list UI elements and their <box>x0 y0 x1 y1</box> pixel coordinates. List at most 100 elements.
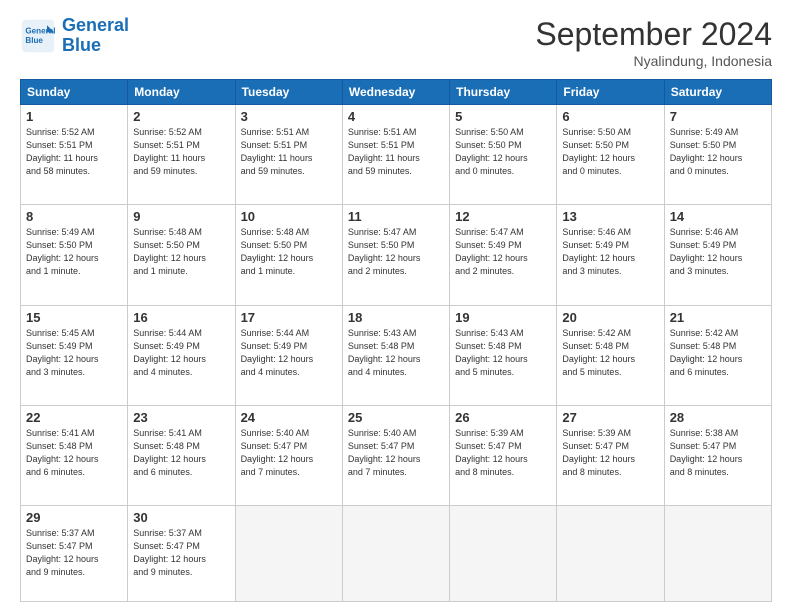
calendar-week-2: 8 Sunrise: 5:49 AM Sunset: 5:50 PM Daylig… <box>21 205 772 305</box>
calendar-cell <box>450 506 557 602</box>
calendar-header-tuesday: Tuesday <box>235 80 342 105</box>
day-info: Sunrise: 5:37 AM Sunset: 5:47 PM Dayligh… <box>26 527 122 579</box>
day-info: Sunrise: 5:42 AM Sunset: 5:48 PM Dayligh… <box>670 327 766 379</box>
calendar-cell: 29 Sunrise: 5:37 AM Sunset: 5:47 PM Dayli… <box>21 506 128 602</box>
day-info: Sunrise: 5:40 AM Sunset: 5:47 PM Dayligh… <box>348 427 444 479</box>
calendar-cell: 14Sunrise: 5:46 AM Sunset: 5:49 PM Dayli… <box>664 205 771 305</box>
calendar-table: SundayMondayTuesdayWednesdayThursdayFrid… <box>20 79 772 602</box>
calendar-cell: 19Sunrise: 5:43 AM Sunset: 5:48 PM Dayli… <box>450 305 557 405</box>
calendar-cell: 5 Sunrise: 5:50 AM Sunset: 5:50 PM Daylig… <box>450 105 557 205</box>
title-section: September 2024 Nyalindung, Indonesia <box>535 16 772 69</box>
page: General Blue General Blue September 2024… <box>0 0 792 612</box>
calendar-cell: 15 Sunrise: 5:45 AM Sunset: 5:49 PM Dayli… <box>21 305 128 405</box>
day-info: Sunrise: 5:37 AM Sunset: 5:47 PM Dayligh… <box>133 527 229 579</box>
month-title: September 2024 <box>535 16 772 53</box>
calendar-header-wednesday: Wednesday <box>342 80 449 105</box>
day-number: 18 <box>348 310 444 325</box>
day-info: Sunrise: 5:39 AM Sunset: 5:47 PM Dayligh… <box>455 427 551 479</box>
calendar-header-saturday: Saturday <box>664 80 771 105</box>
day-info: Sunrise: 5:52 AM Sunset: 5:51 PM Dayligh… <box>133 126 229 178</box>
calendar-cell: 12Sunrise: 5:47 AM Sunset: 5:49 PM Dayli… <box>450 205 557 305</box>
calendar-cell: 28Sunrise: 5:38 AM Sunset: 5:47 PM Dayli… <box>664 405 771 505</box>
day-info: Sunrise: 5:44 AM Sunset: 5:49 PM Dayligh… <box>133 327 229 379</box>
calendar-cell: 13 Sunrise: 5:46 AM Sunset: 5:49 PM Dayli… <box>557 205 664 305</box>
day-number: 2 <box>133 109 229 124</box>
day-number: 15 <box>26 310 122 325</box>
day-info: Sunrise: 5:41 AM Sunset: 5:48 PM Dayligh… <box>26 427 122 479</box>
day-number: 5 <box>455 109 551 124</box>
day-info: Sunrise: 5:52 AM Sunset: 5:51 PM Dayligh… <box>26 126 122 178</box>
day-info: Sunrise: 5:50 AM Sunset: 5:50 PM Dayligh… <box>455 126 551 178</box>
calendar-cell: 24Sunrise: 5:40 AM Sunset: 5:47 PM Dayli… <box>235 405 342 505</box>
logo: General Blue General Blue <box>20 16 129 56</box>
calendar-week-5: 29 Sunrise: 5:37 AM Sunset: 5:47 PM Dayli… <box>21 506 772 602</box>
day-info: Sunrise: 5:46 AM Sunset: 5:49 PM Dayligh… <box>670 226 766 278</box>
calendar-cell: 27Sunrise: 5:39 AM Sunset: 5:47 PM Dayli… <box>557 405 664 505</box>
calendar-cell: 16 Sunrise: 5:44 AM Sunset: 5:49 PM Dayli… <box>128 305 235 405</box>
calendar-header-row: SundayMondayTuesdayWednesdayThursdayFrid… <box>21 80 772 105</box>
day-number: 25 <box>348 410 444 425</box>
calendar-cell: 4 Sunrise: 5:51 AM Sunset: 5:51 PM Daylig… <box>342 105 449 205</box>
calendar-cell: 22 Sunrise: 5:41 AM Sunset: 5:48 PM Dayli… <box>21 405 128 505</box>
day-info: Sunrise: 5:45 AM Sunset: 5:49 PM Dayligh… <box>26 327 122 379</box>
day-number: 8 <box>26 209 122 224</box>
day-number: 12 <box>455 209 551 224</box>
calendar-cell: 25 Sunrise: 5:40 AM Sunset: 5:47 PM Dayli… <box>342 405 449 505</box>
day-number: 21 <box>670 310 766 325</box>
day-number: 9 <box>133 209 229 224</box>
day-info: Sunrise: 5:41 AM Sunset: 5:48 PM Dayligh… <box>133 427 229 479</box>
day-info: Sunrise: 5:43 AM Sunset: 5:48 PM Dayligh… <box>455 327 551 379</box>
calendar-cell: 11 Sunrise: 5:47 AM Sunset: 5:50 PM Dayli… <box>342 205 449 305</box>
logo-icon: General Blue <box>20 18 56 54</box>
day-number: 17 <box>241 310 337 325</box>
calendar-cell: 20 Sunrise: 5:42 AM Sunset: 5:48 PM Dayli… <box>557 305 664 405</box>
calendar-cell: 9 Sunrise: 5:48 AM Sunset: 5:50 PM Daylig… <box>128 205 235 305</box>
calendar-header-monday: Monday <box>128 80 235 105</box>
day-number: 4 <box>348 109 444 124</box>
calendar-cell: 7 Sunrise: 5:49 AM Sunset: 5:50 PM Daylig… <box>664 105 771 205</box>
day-info: Sunrise: 5:48 AM Sunset: 5:50 PM Dayligh… <box>241 226 337 278</box>
day-info: Sunrise: 5:43 AM Sunset: 5:48 PM Dayligh… <box>348 327 444 379</box>
day-info: Sunrise: 5:49 AM Sunset: 5:50 PM Dayligh… <box>670 126 766 178</box>
day-number: 22 <box>26 410 122 425</box>
location-subtitle: Nyalindung, Indonesia <box>535 53 772 69</box>
day-number: 30 <box>133 510 229 525</box>
calendar-cell: 8 Sunrise: 5:49 AM Sunset: 5:50 PM Daylig… <box>21 205 128 305</box>
calendar-cell <box>664 506 771 602</box>
day-info: Sunrise: 5:39 AM Sunset: 5:47 PM Dayligh… <box>562 427 658 479</box>
calendar-cell <box>342 506 449 602</box>
calendar-cell: 3 Sunrise: 5:51 AM Sunset: 5:51 PM Daylig… <box>235 105 342 205</box>
day-info: Sunrise: 5:50 AM Sunset: 5:50 PM Dayligh… <box>562 126 658 178</box>
day-info: Sunrise: 5:42 AM Sunset: 5:48 PM Dayligh… <box>562 327 658 379</box>
calendar-cell: 10Sunrise: 5:48 AM Sunset: 5:50 PM Dayli… <box>235 205 342 305</box>
logo-text: General Blue <box>62 16 129 56</box>
header: General Blue General Blue September 2024… <box>20 16 772 69</box>
day-info: Sunrise: 5:46 AM Sunset: 5:49 PM Dayligh… <box>562 226 658 278</box>
day-number: 16 <box>133 310 229 325</box>
day-number: 13 <box>562 209 658 224</box>
day-number: 29 <box>26 510 122 525</box>
day-info: Sunrise: 5:51 AM Sunset: 5:51 PM Dayligh… <box>241 126 337 178</box>
calendar-week-3: 15 Sunrise: 5:45 AM Sunset: 5:49 PM Dayli… <box>21 305 772 405</box>
calendar-header-sunday: Sunday <box>21 80 128 105</box>
calendar-header-friday: Friday <box>557 80 664 105</box>
day-number: 7 <box>670 109 766 124</box>
day-info: Sunrise: 5:38 AM Sunset: 5:47 PM Dayligh… <box>670 427 766 479</box>
day-number: 20 <box>562 310 658 325</box>
calendar-cell: 2 Sunrise: 5:52 AM Sunset: 5:51 PM Daylig… <box>128 105 235 205</box>
day-info: Sunrise: 5:47 AM Sunset: 5:50 PM Dayligh… <box>348 226 444 278</box>
day-info: Sunrise: 5:51 AM Sunset: 5:51 PM Dayligh… <box>348 126 444 178</box>
calendar-week-4: 22 Sunrise: 5:41 AM Sunset: 5:48 PM Dayli… <box>21 405 772 505</box>
calendar-cell <box>235 506 342 602</box>
calendar-cell: 18 Sunrise: 5:43 AM Sunset: 5:48 PM Dayli… <box>342 305 449 405</box>
day-number: 3 <box>241 109 337 124</box>
day-info: Sunrise: 5:48 AM Sunset: 5:50 PM Dayligh… <box>133 226 229 278</box>
calendar-header-thursday: Thursday <box>450 80 557 105</box>
day-info: Sunrise: 5:49 AM Sunset: 5:50 PM Dayligh… <box>26 226 122 278</box>
calendar-cell: 26Sunrise: 5:39 AM Sunset: 5:47 PM Dayli… <box>450 405 557 505</box>
logo-line2: Blue <box>62 35 101 55</box>
calendar-cell: 1Sunrise: 5:52 AM Sunset: 5:51 PM Daylig… <box>21 105 128 205</box>
calendar-cell: 17Sunrise: 5:44 AM Sunset: 5:49 PM Dayli… <box>235 305 342 405</box>
day-number: 6 <box>562 109 658 124</box>
day-number: 11 <box>348 209 444 224</box>
